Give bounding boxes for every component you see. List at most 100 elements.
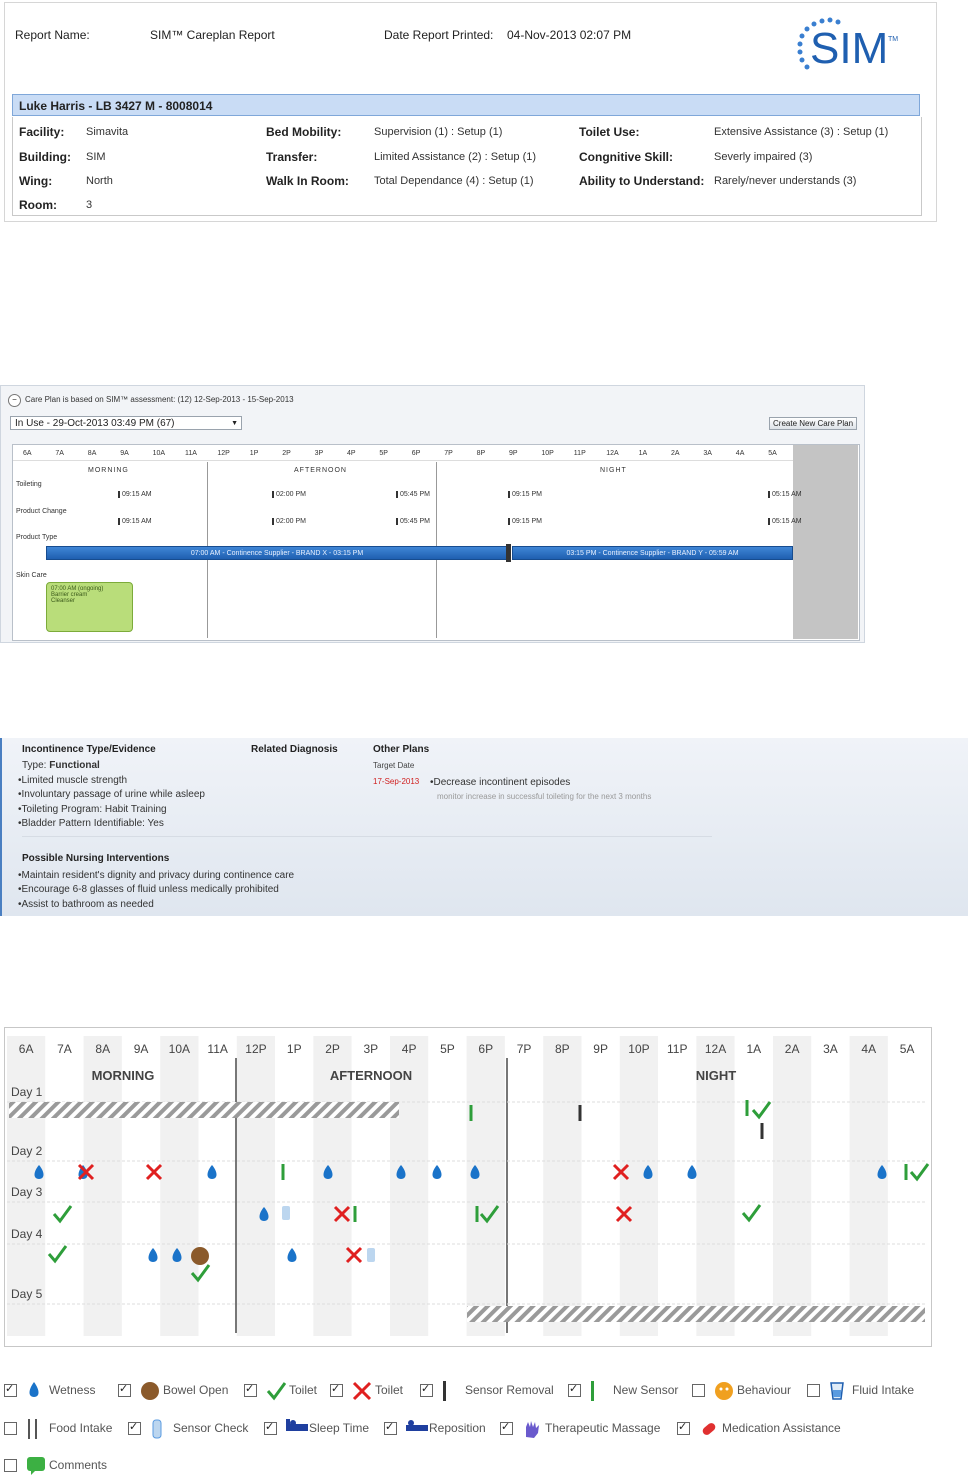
legend-label: Therapeutic Massage xyxy=(545,1421,661,1435)
legend-checkbox[interactable] xyxy=(420,1382,433,1397)
careplan-hour-tick: 12A xyxy=(606,450,619,457)
product-change-marker[interactable]: 09:15 PM xyxy=(508,518,542,525)
sensor-event[interactable] xyxy=(353,1206,357,1222)
transfer-value: Limited Assistance (2) : Setup (1) xyxy=(374,151,537,163)
careplan-morning-label: MORNING xyxy=(88,467,129,474)
chart-hour-tick: 10A xyxy=(169,1042,190,1056)
product-type-handle[interactable] xyxy=(506,544,511,562)
toileting-marker[interactable]: 09:15 PM xyxy=(508,491,542,498)
sensor-event[interactable] xyxy=(745,1100,749,1116)
chart-hour-tick: 1A xyxy=(747,1042,762,1056)
comments-icon xyxy=(26,1456,46,1481)
toilet-use-value: Extensive Assistance (3) : Setup (1) xyxy=(714,126,889,138)
legend-checkbox[interactable] xyxy=(128,1420,141,1435)
reposition-icon xyxy=(406,1419,428,1438)
legend-label: Medication Assistance xyxy=(722,1421,841,1435)
sensor-check-event[interactable] xyxy=(282,1206,290,1220)
chart-day-label: Day 3 xyxy=(11,1185,43,1199)
building-label: Building: xyxy=(19,150,71,164)
collapse-icon[interactable]: − xyxy=(8,394,21,407)
wing-label: Wing: xyxy=(19,174,53,188)
sensor-event[interactable] xyxy=(760,1123,764,1139)
legend-label: Sensor Removal xyxy=(465,1383,554,1397)
toileting-marker[interactable]: 09:15 AM xyxy=(118,491,152,498)
product-change-marker[interactable]: 09:15 AM xyxy=(118,518,152,525)
chart-hour-tick: 3A xyxy=(823,1042,838,1056)
careplan-header-line xyxy=(13,460,793,461)
chart-column xyxy=(428,1036,467,1336)
sensor-event[interactable] xyxy=(469,1105,473,1121)
toileting-marker[interactable]: 05:45 PM xyxy=(396,491,430,498)
chart-day-label: Day 1 xyxy=(11,1085,43,1099)
sensor-check-icon xyxy=(150,1419,164,1444)
sleep-time-icon xyxy=(286,1419,308,1438)
product-type-bar-1[interactable]: 07:00 AM - Continence Supplier - BRAND X… xyxy=(46,546,508,560)
product-change-marker[interactable]: 05:15 AM xyxy=(768,518,802,525)
chart-hour-tick: 5A xyxy=(900,1042,915,1056)
legend-label: Comments xyxy=(49,1458,108,1472)
chart-column xyxy=(275,1036,314,1336)
chart-column xyxy=(198,1036,237,1336)
legend-checkbox[interactable] xyxy=(677,1420,690,1435)
chart-column xyxy=(466,1036,505,1336)
legend-checkbox[interactable] xyxy=(692,1384,705,1397)
careplan-night-label: NIGHT xyxy=(600,467,627,474)
room-label: Room: xyxy=(19,198,57,212)
sensor-check-event[interactable] xyxy=(367,1248,375,1262)
toileting-marker[interactable]: 02:00 PM xyxy=(272,491,306,498)
legend-label: Sensor Check xyxy=(173,1421,249,1435)
chart-column xyxy=(619,1036,659,1336)
row-toileting-label: Toileting xyxy=(16,481,42,488)
legend-checkbox[interactable] xyxy=(118,1382,131,1397)
evidence-divider xyxy=(22,836,712,837)
bed-mobility-value: Supervision (1) : Setup (1) xyxy=(374,126,503,138)
careplan-hour-tick: 6A xyxy=(23,450,32,457)
legend-checkbox[interactable] xyxy=(807,1384,820,1397)
report-name-label: Report Name: xyxy=(15,28,90,42)
type-value: Functional xyxy=(49,760,100,771)
interventions-title: Possible Nursing Interventions xyxy=(22,853,170,864)
evidence-bullets: •Limited muscle strength •Involuntary pas… xyxy=(18,774,205,831)
legend-checkbox[interactable] xyxy=(244,1382,257,1397)
legend-checkbox[interactable] xyxy=(4,1459,17,1472)
careplan-hour-tick: 8P xyxy=(476,450,486,457)
understand-label: Ability to Understand: xyxy=(579,174,705,188)
product-change-marker[interactable]: 02:00 PM xyxy=(272,518,306,525)
sensor-event[interactable] xyxy=(475,1206,479,1222)
legend-checkbox[interactable] xyxy=(568,1382,581,1397)
fluid-intake-icon xyxy=(829,1381,845,1406)
create-care-plan-button[interactable]: Create New Care Plan xyxy=(769,417,858,430)
product-type-bar-2[interactable]: 03:15 PM - Continence Supplier - BRAND Y… xyxy=(512,546,793,560)
bowel-open-event[interactable] xyxy=(191,1247,209,1265)
careplan-hour-tick: 1A xyxy=(638,450,648,457)
legend-checkbox[interactable] xyxy=(384,1420,397,1435)
legend-checkbox[interactable] xyxy=(4,1422,17,1435)
chart-column xyxy=(811,1036,850,1336)
legend-checkbox[interactable] xyxy=(330,1382,343,1397)
careplan-version-select[interactable]: In Use - 29-Oct-2013 03:49 PM (67) ▼ xyxy=(10,416,242,430)
legend-checkbox[interactable] xyxy=(500,1420,513,1435)
chart-hour-tick: 3P xyxy=(364,1042,379,1056)
careplan-hour-tick: 5P xyxy=(379,450,388,457)
sensor-event[interactable] xyxy=(904,1164,908,1180)
careplan-version-value: In Use - 29-Oct-2013 03:49 PM (67) xyxy=(15,418,175,429)
legend-checkbox[interactable] xyxy=(4,1382,17,1397)
chart-hour-tick: 5P xyxy=(440,1042,455,1056)
sensor-event[interactable] xyxy=(578,1105,582,1121)
logo-tm: TM xyxy=(888,36,899,43)
legend-label: New Sensor xyxy=(613,1383,679,1397)
toileting-marker[interactable]: 05:15 AM xyxy=(768,491,802,498)
target-date-label: Target Date xyxy=(373,761,415,770)
careplan-hour-tick: 3A xyxy=(703,450,712,457)
skin-care-box[interactable]: 07:00 AM (ongoing) Barrier cream Cleanse… xyxy=(46,582,133,632)
toilet-fail-icon xyxy=(352,1381,372,1406)
legend-checkbox[interactable] xyxy=(264,1420,277,1435)
product-change-marker[interactable]: 05:45 PM xyxy=(396,518,430,525)
careplan-hour-tick: 9P xyxy=(509,450,518,457)
sensor-event[interactable] xyxy=(281,1164,285,1180)
chart-column xyxy=(887,1036,927,1336)
legend-label: Bowel Open xyxy=(163,1383,229,1397)
chart-hour-tick: 11A xyxy=(207,1042,227,1056)
chart-column xyxy=(581,1036,620,1336)
chart-column xyxy=(236,1036,276,1336)
